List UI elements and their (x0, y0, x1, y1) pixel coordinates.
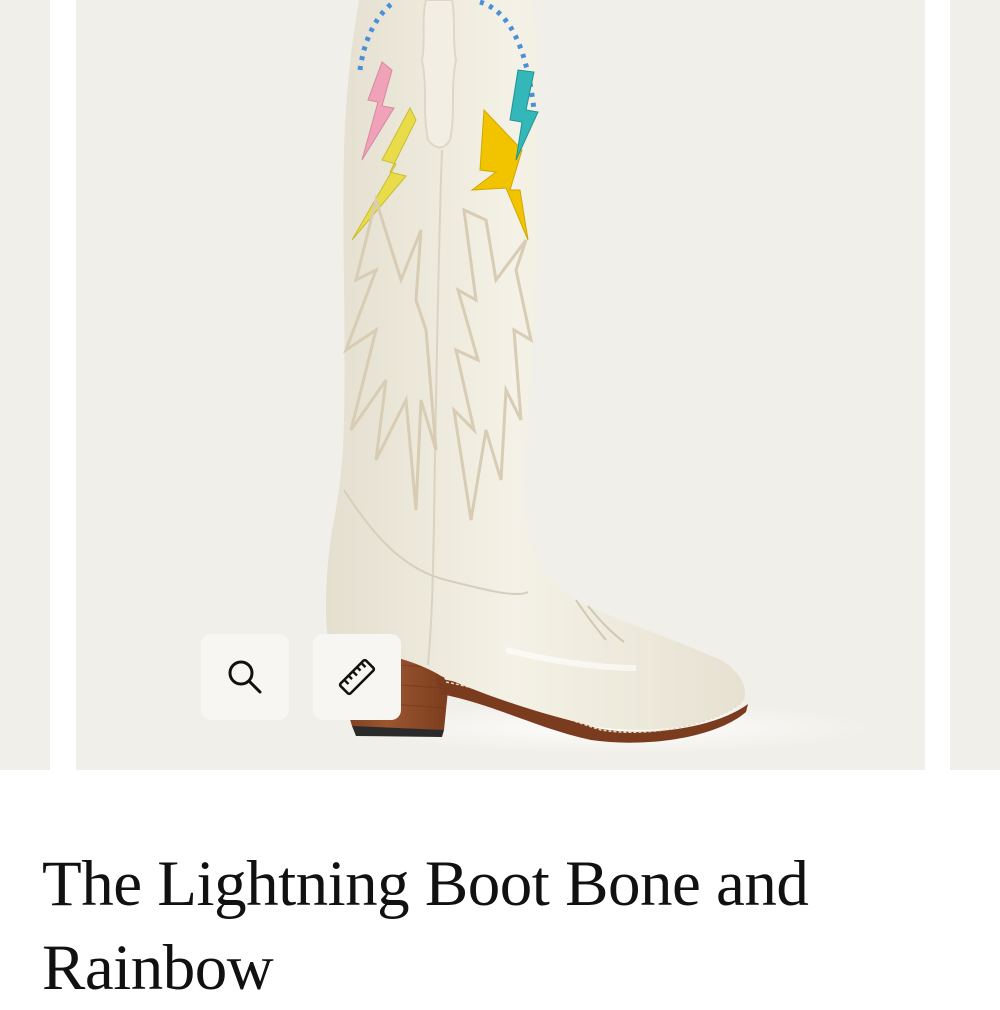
product-title: The Lightning Boot Bone and Rainbow (42, 848, 809, 1004)
ruler-icon (338, 658, 376, 696)
product-image-gallery[interactable] (0, 0, 1000, 770)
size-guide-button[interactable] (313, 634, 401, 720)
previous-slide-preview[interactable] (0, 0, 50, 770)
zoom-button[interactable] (201, 634, 289, 720)
product-image-slide[interactable] (76, 0, 925, 770)
next-slide-preview[interactable] (950, 0, 1000, 770)
magnifier-icon (228, 660, 262, 694)
